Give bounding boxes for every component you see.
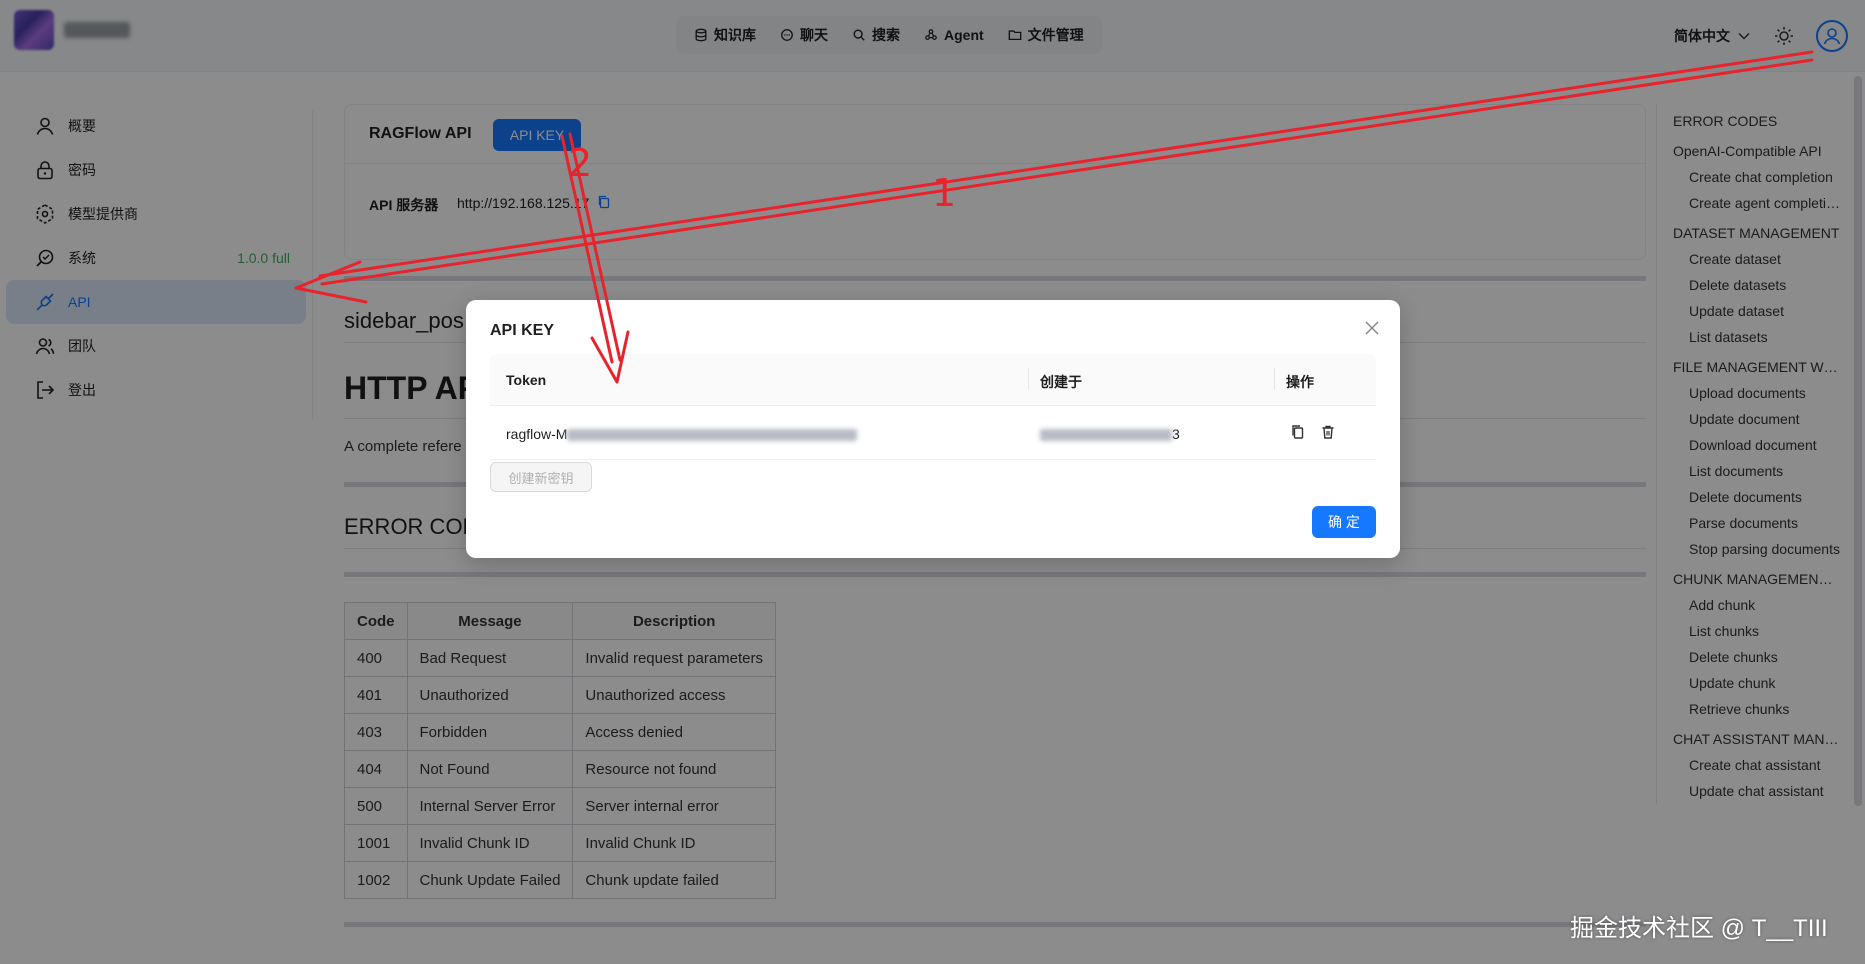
created-at-value: 3 [1040, 426, 1180, 442]
modal-title: API KEY [490, 322, 555, 339]
table-row: ragflow-M 3 [490, 406, 1376, 460]
token-redacted [567, 429, 858, 442]
ok-button[interactable]: 确 定 [1312, 506, 1376, 538]
watermark-text: 掘金技术社区 @ T__TIII [1570, 915, 1828, 942]
column-divider [1028, 368, 1029, 390]
token-table-header: Token 创建于 操作 [490, 354, 1376, 406]
column-header-token: Token [506, 372, 547, 388]
created-at-redacted [1040, 429, 1172, 442]
trash-icon[interactable] [1320, 424, 1336, 440]
create-new-key-button[interactable]: 创建新密钥 [490, 462, 592, 492]
token-prefix: ragflow-M [506, 426, 568, 442]
created-at-suffix: 3 [1172, 426, 1180, 442]
api-key-modal: API KEY Token 创建于 操作 ragflow-M 3 创建新密钥 确… [466, 300, 1400, 558]
column-header-created: 创建于 [1040, 374, 1082, 390]
copy-icon[interactable] [1290, 424, 1306, 440]
column-header-actions: 操作 [1286, 374, 1314, 390]
token-value: ragflow-M [506, 426, 858, 442]
close-icon[interactable] [1364, 320, 1380, 336]
column-divider [1274, 368, 1275, 390]
